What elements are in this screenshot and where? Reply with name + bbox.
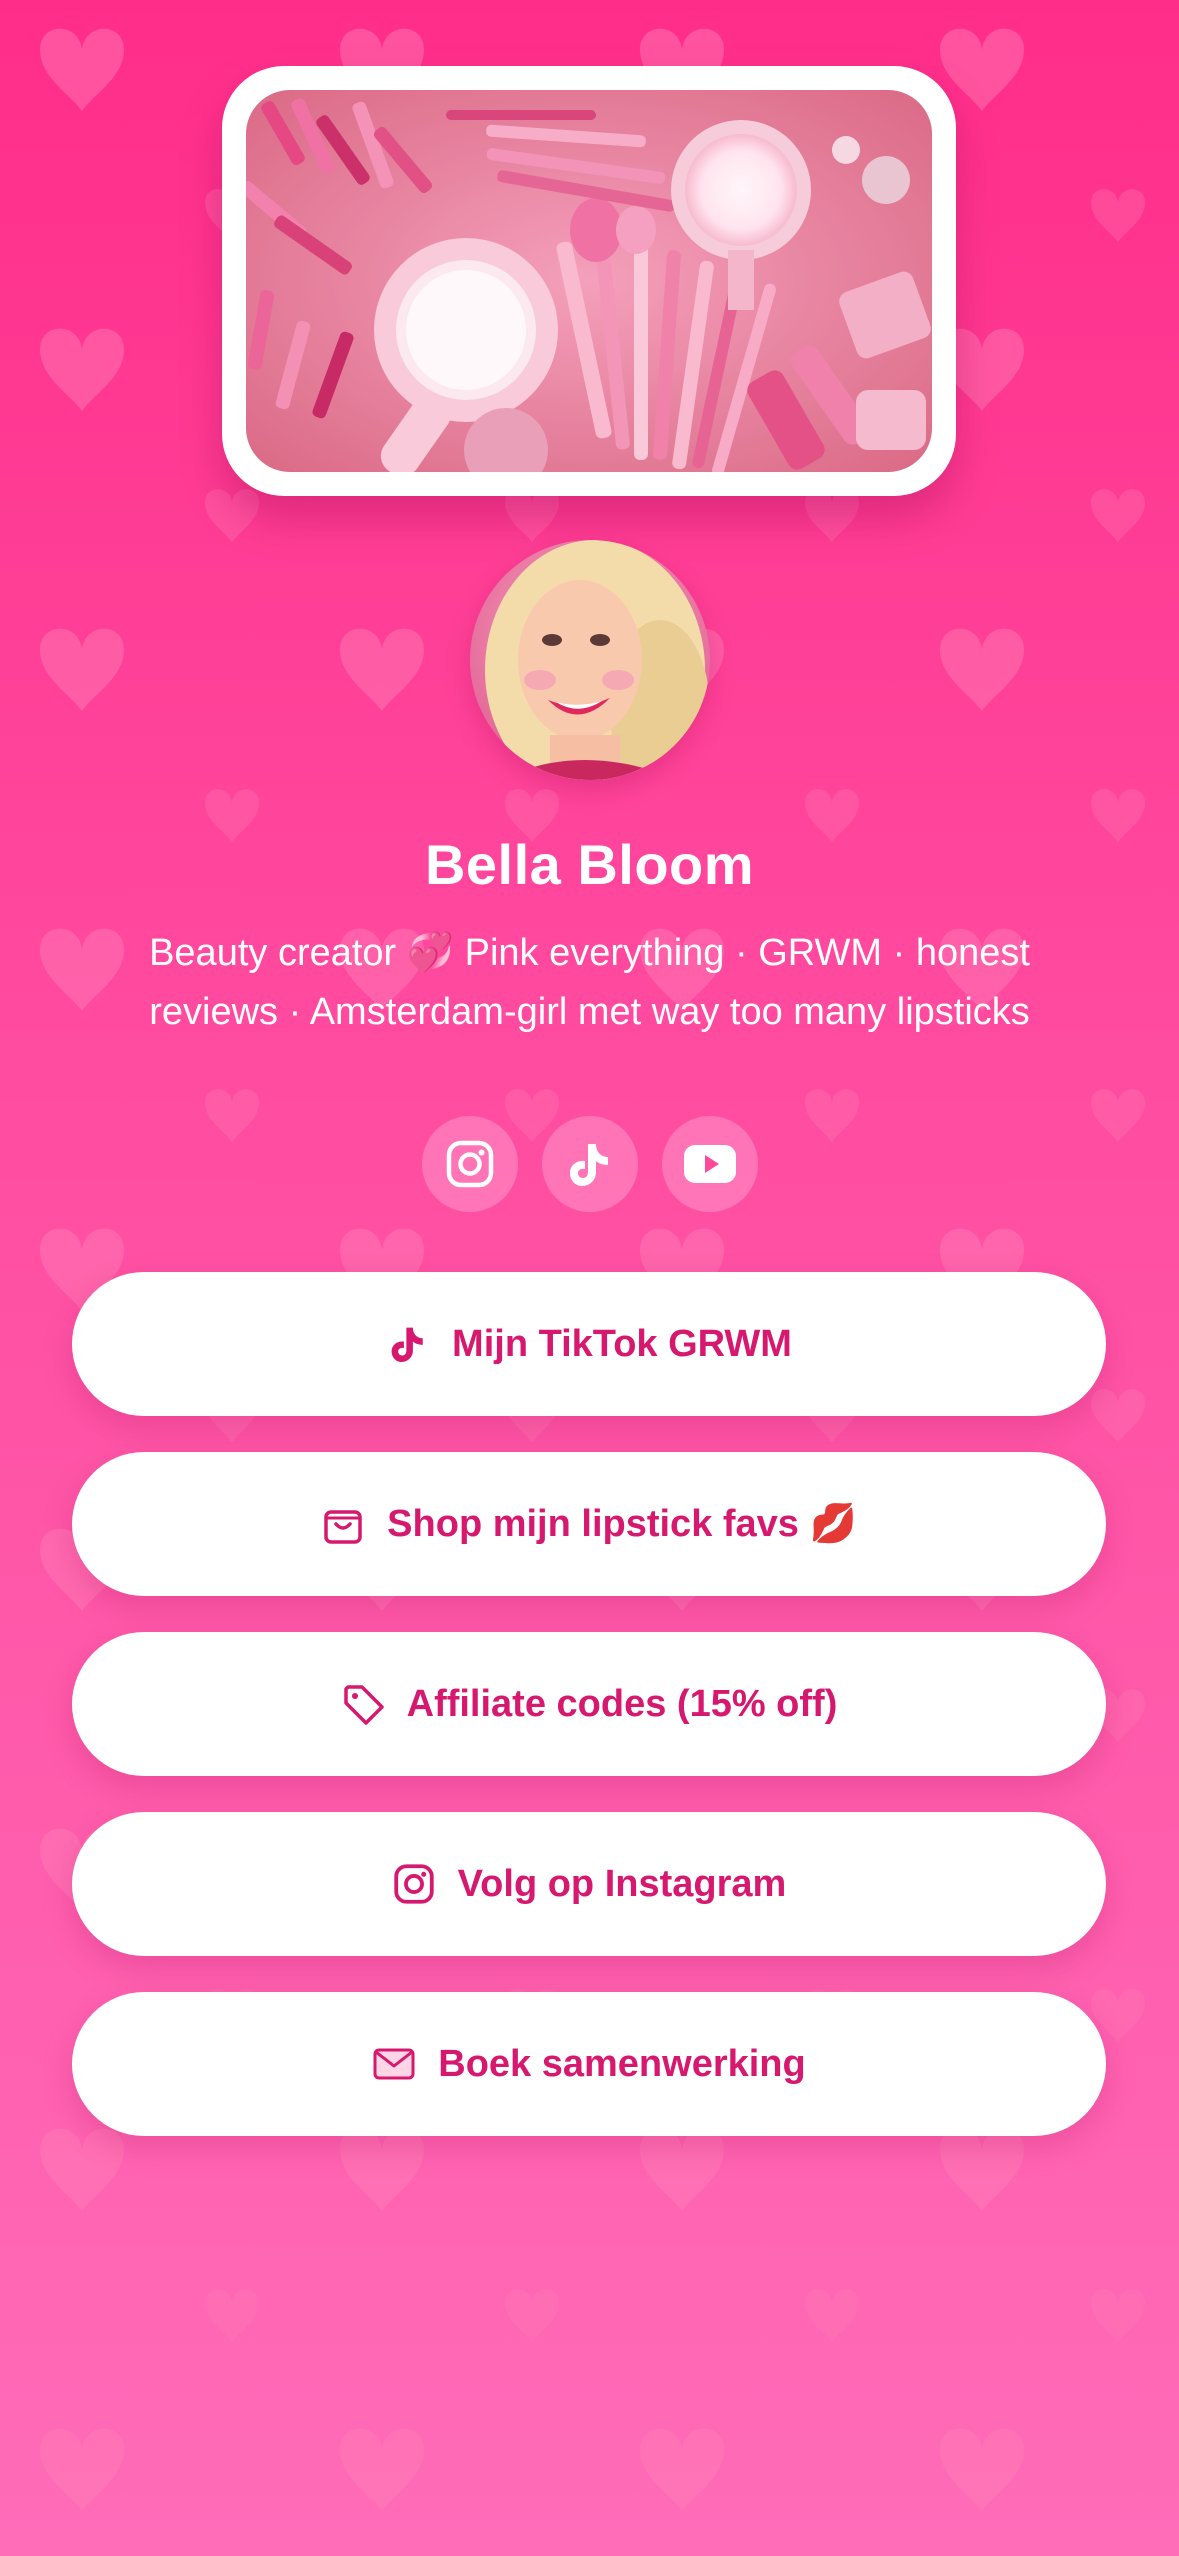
mail-icon — [372, 2042, 416, 2086]
avatar — [470, 540, 710, 780]
link-label: Mijn TikTok GRWM — [452, 1322, 792, 1365]
social-icons-row — [422, 1116, 758, 1212]
profile-bio: Beauty creator 💞 Pink everything · GRWM … — [80, 924, 1099, 1042]
link-button-book-collab[interactable]: Boek samenwerking — [72, 1992, 1106, 2136]
instagram-icon — [444, 1138, 496, 1190]
shopping-bag-icon — [321, 1502, 365, 1546]
bio-line-1: Beauty creator 💞 Pink everything · GRWM … — [149, 932, 1030, 974]
instagram-social-button[interactable] — [422, 1116, 518, 1212]
link-label: Boek samenwerking — [438, 2042, 806, 2085]
tiktok-social-button[interactable] — [542, 1116, 638, 1212]
link-label: Volg op Instagram — [457, 1862, 787, 1905]
link-button-shop-lipstick[interactable]: Shop mijn lipstick favs 💋 — [72, 1452, 1106, 1596]
youtube-icon — [684, 1145, 736, 1183]
tag-icon — [341, 1682, 385, 1726]
profile-name: Bella Bloom — [424, 833, 755, 896]
banner-image — [246, 90, 932, 472]
youtube-social-button[interactable] — [662, 1116, 758, 1212]
link-button-tiktok-grwm[interactable]: Mijn TikTok GRWM — [72, 1272, 1106, 1416]
banner-image-card — [222, 66, 956, 496]
link-label: Affiliate codes (15% off) — [406, 1682, 838, 1725]
tiktok-icon — [386, 1322, 430, 1366]
bio-line-2: reviews · Amsterdam-girl met way too man… — [149, 991, 1030, 1033]
tiktok-icon — [568, 1140, 612, 1188]
link-label: Shop mijn lipstick favs 💋 — [387, 1503, 857, 1545]
link-button-instagram[interactable]: Volg op Instagram — [72, 1812, 1106, 1956]
link-button-affiliate-codes[interactable]: Affiliate codes (15% off) — [72, 1632, 1106, 1776]
instagram-icon — [392, 1862, 436, 1906]
